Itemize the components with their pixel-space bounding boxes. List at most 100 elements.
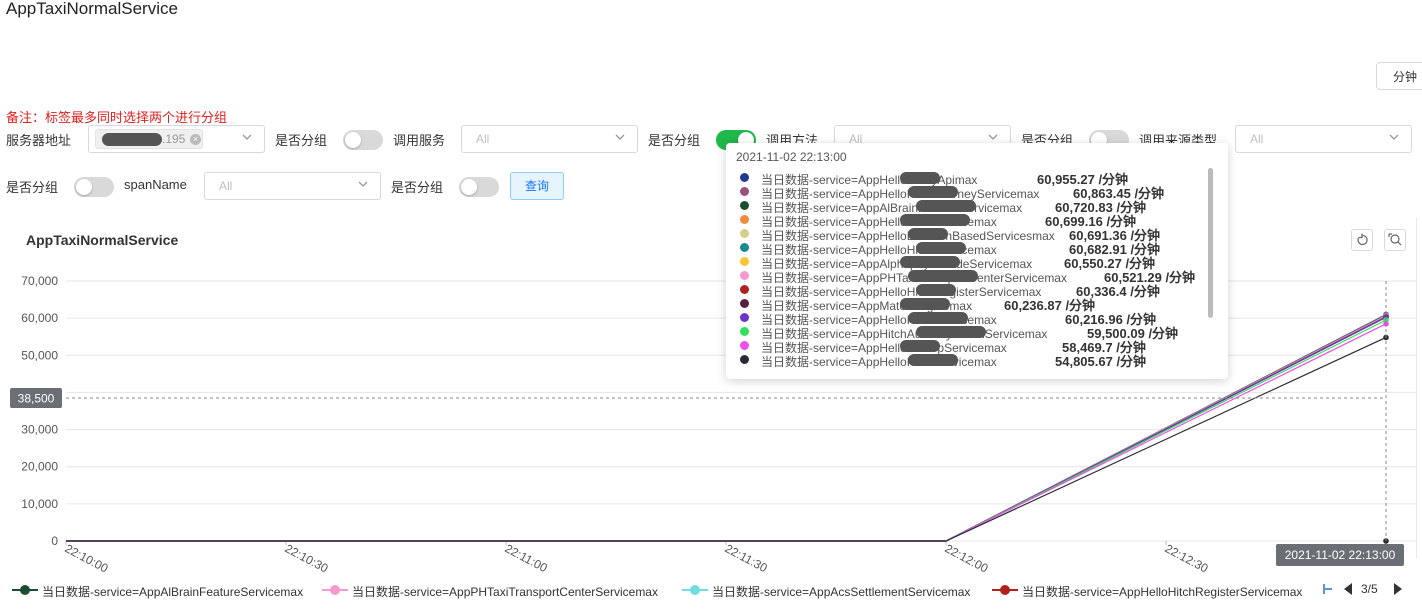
- crosshair-y-label: 38,500: [18, 392, 55, 406]
- redaction-mask: [908, 186, 958, 198]
- span-name-label: spanName: [124, 177, 187, 192]
- series-color-dot: [740, 229, 749, 238]
- redaction-mask: [916, 242, 966, 254]
- page-title: AppTaxiNormalService: [6, 0, 178, 18]
- tooltip-row: 当日数据-service=AppHelloHitchRegisterServic…: [740, 283, 1210, 299]
- service-placeholder: All: [476, 132, 490, 146]
- series-color-dot: [740, 299, 749, 308]
- source-group-switch[interactable]: [74, 177, 114, 197]
- server-group-switch[interactable]: [343, 130, 383, 150]
- y-tick-label: 20,000: [21, 460, 58, 474]
- legend-marker-icon: [682, 585, 708, 595]
- switch-knob: [461, 179, 477, 195]
- y-tick-label: 0: [51, 534, 58, 548]
- redaction-mask: [916, 200, 976, 212]
- legend-label: 当日数据-service=AppHelloHitchRegisterServic…: [1022, 585, 1303, 599]
- x-tick-label: 22:12:00: [943, 541, 991, 575]
- tooltip-scrollbar[interactable]: [1208, 168, 1213, 318]
- y-tick-label: 70,000: [21, 274, 58, 288]
- series-color-dot: [740, 355, 749, 364]
- server-address-label: 服务器地址: [6, 133, 72, 148]
- y-tick-label: 60,000: [21, 311, 58, 325]
- redaction-mask: [908, 228, 948, 240]
- legend-label: 当日数据-service=AppPHTaxiTransportCenterSer…: [352, 585, 658, 599]
- series-color-dot: [740, 201, 749, 210]
- series-color-dot: [740, 215, 749, 224]
- server-address-select[interactable]: .195 ×: [88, 125, 265, 153]
- legend-marker-icon: [322, 585, 348, 595]
- legend-label: 当日数据-service=AppAcsSettlementServicemax: [712, 585, 971, 599]
- y-tick-label: 10,000: [21, 497, 58, 511]
- y-axis: 010,00020,00030,00040,00050,00060,00070,…: [21, 274, 58, 548]
- x-tick-label: 22:12:30: [1163, 541, 1211, 575]
- server-tag: .195 ×: [95, 129, 203, 149]
- zoom-reset-button[interactable]: [1384, 229, 1406, 251]
- service-select[interactable]: All: [461, 125, 638, 153]
- series-color-dot: [740, 285, 749, 294]
- series-color-dot: [740, 243, 749, 252]
- series-color-dot: [740, 327, 749, 336]
- source-group-label: 是否分组: [6, 180, 59, 195]
- service-label: 调用服务: [393, 133, 446, 148]
- tooltip-series-value: 54,805.67 /分钟: [1055, 354, 1147, 369]
- span-name-placeholder: All: [219, 179, 233, 193]
- redaction-mask: [908, 312, 968, 324]
- span-name-select[interactable]: All: [204, 172, 381, 200]
- query-button[interactable]: 查询: [510, 172, 564, 200]
- refresh-icon: [1357, 233, 1368, 246]
- source-type-select[interactable]: All: [1235, 125, 1412, 153]
- x-tick-label: 22:10:30: [283, 541, 331, 575]
- redaction-mask: [900, 214, 970, 226]
- tag-close-icon[interactable]: ×: [190, 134, 201, 145]
- legend-first-page-icon[interactable]: [1322, 582, 1334, 596]
- series-color-dot: [740, 187, 749, 196]
- redaction-mask: [900, 340, 940, 352]
- series-color-dot: [740, 341, 749, 350]
- switch-knob: [345, 132, 361, 148]
- switch-knob: [76, 179, 92, 195]
- tooltip-row: 当日数据-service=AppHelloHitchServicemax 54,8…: [740, 353, 1210, 369]
- legend-prev-page-icon[interactable]: [1342, 582, 1354, 596]
- legend-marker-icon: [12, 585, 38, 595]
- redaction-mask: [102, 133, 162, 146]
- redaction-mask: [916, 284, 956, 296]
- span-group-label: 是否分组: [391, 180, 444, 195]
- span-group-switch[interactable]: [459, 177, 499, 197]
- chevron-down-icon: [358, 181, 368, 187]
- refresh-button[interactable]: [1351, 229, 1373, 251]
- chevron-down-icon: [1389, 134, 1399, 140]
- series-color-dot: [740, 313, 749, 322]
- y-tick-label: 30,000: [21, 423, 58, 437]
- redaction-mask: [916, 326, 986, 338]
- tooltip-row: 当日数据-service=AppAlBrainFeatureServicemax…: [740, 199, 1210, 215]
- legend-page-indicator: 3/5: [1361, 582, 1378, 596]
- tooltip-time: 2021-11-02 22:13:00: [736, 150, 847, 164]
- legend-label: 当日数据-service=AppAlBrainFeatureServicemax: [42, 585, 304, 599]
- time-unit-button[interactable]: 分钟: [1376, 62, 1422, 90]
- series-color-dot: [740, 173, 749, 182]
- series-color-dot: [740, 271, 749, 280]
- crosshair-x-label: 2021-11-02 22:13:00: [1285, 548, 1396, 562]
- redaction-mask: [900, 298, 950, 310]
- chart-tooltip: 2021-11-02 22:13:00 当日数据-service=AppHell…: [726, 143, 1228, 379]
- x-axis: 22:10:00 22:10:30 22:11:00 22:11:30 22:12:00…: [63, 541, 1211, 576]
- redaction-mask: [908, 354, 958, 366]
- legend-next-page-icon[interactable]: [1392, 582, 1404, 596]
- service-group-label: 是否分组: [648, 133, 701, 148]
- redaction-mask: [900, 172, 940, 184]
- chevron-down-icon: [615, 134, 625, 140]
- grouping-note: 备注：标签最多同时选择两个进行分组: [6, 110, 228, 125]
- server-tag-text: .195: [162, 132, 186, 146]
- redaction-mask: [908, 270, 978, 282]
- chevron-down-icon: [242, 134, 252, 140]
- server-group-label: 是否分组: [275, 133, 328, 148]
- side-panel-edge: [1416, 218, 1422, 558]
- redaction-mask: [900, 256, 960, 268]
- y-tick-label: 50,000: [21, 348, 58, 362]
- chevron-down-icon: [988, 134, 998, 140]
- source-type-placeholder: All: [1250, 132, 1264, 146]
- x-tick-label: 22:11:00: [503, 541, 550, 575]
- chart-title: AppTaxiNormalService: [26, 232, 179, 248]
- x-tick-label: 22:10:00: [63, 541, 111, 575]
- x-tick-label: 22:11:30: [723, 541, 770, 575]
